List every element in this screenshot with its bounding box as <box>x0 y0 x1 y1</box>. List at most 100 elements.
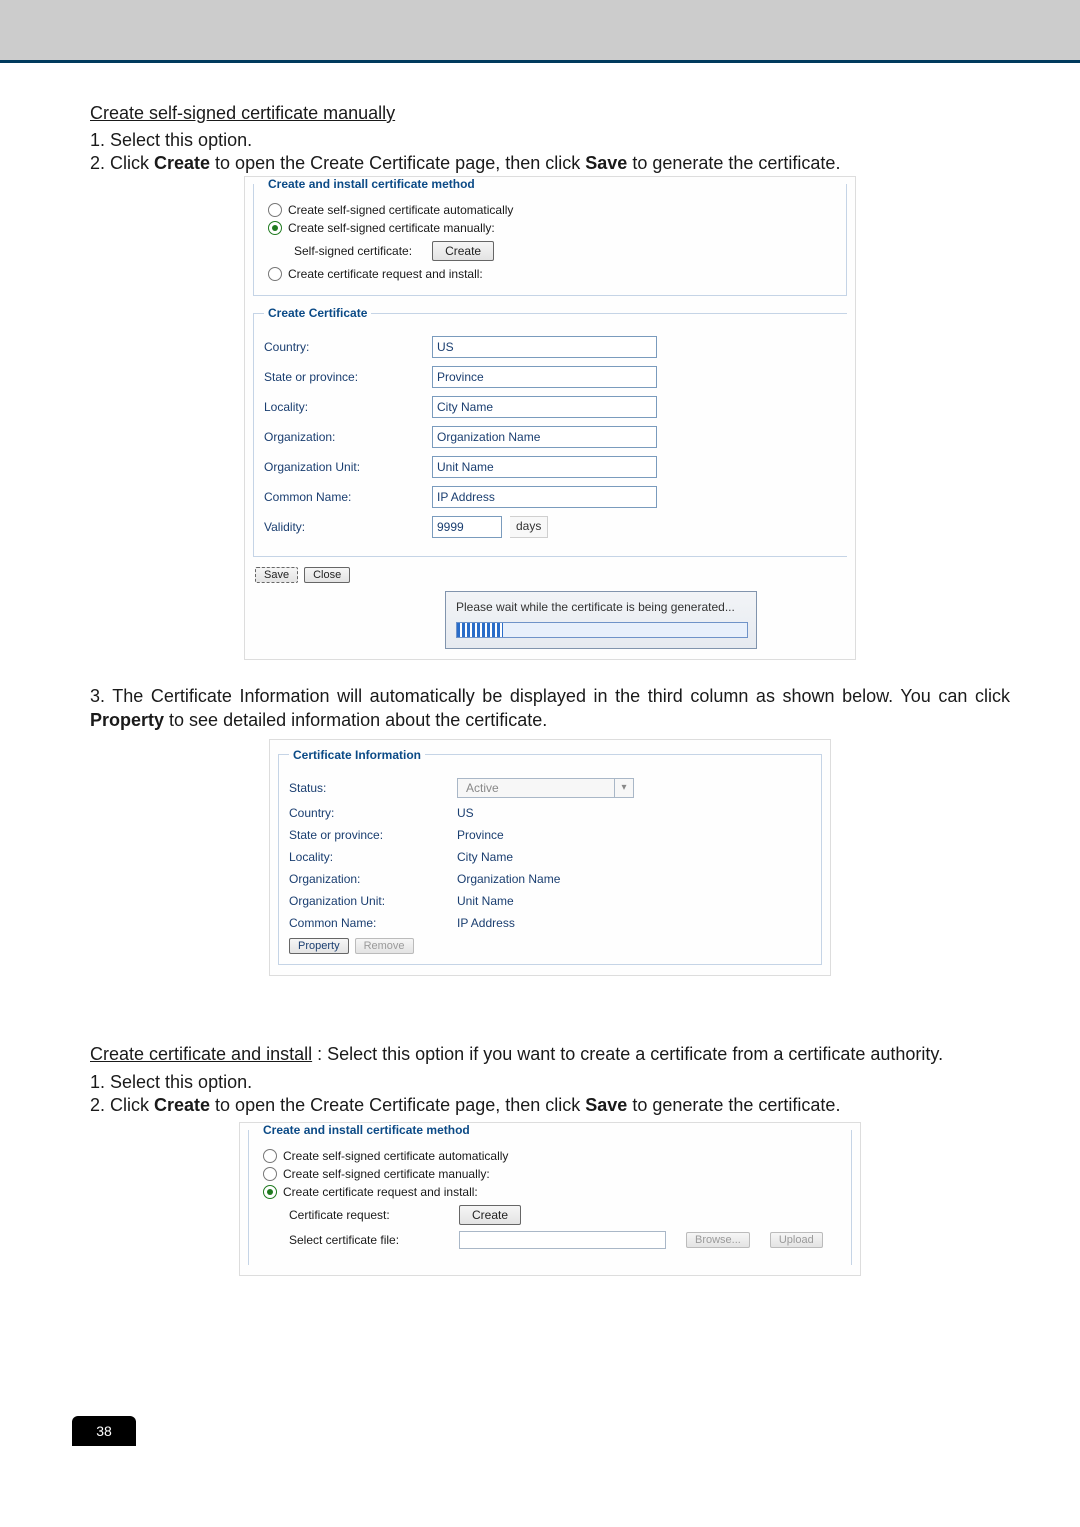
row-state: State or province: <box>264 366 837 388</box>
radio2-manual[interactable] <box>263 1167 277 1181</box>
select-file-label: Select certificate file: <box>289 1233 439 1247</box>
property-button[interactable]: Property <box>289 938 349 954</box>
s2s2-create: Create <box>154 1095 210 1115</box>
step2-create: Create <box>154 153 210 173</box>
info-country-label: Country: <box>289 806 449 820</box>
radio2-request-row[interactable]: Create certificate request and install: <box>263 1185 841 1199</box>
file-path-input[interactable] <box>459 1231 666 1249</box>
locality-label: Locality: <box>264 400 424 414</box>
info-unit-label: Organization Unit: <box>289 894 449 908</box>
save-button[interactable]: Save <box>255 567 298 583</box>
org-unit-input[interactable] <box>432 456 657 478</box>
validity-input[interactable] <box>432 516 502 538</box>
s2s2-post: to generate the certificate. <box>627 1095 840 1115</box>
common-name-input[interactable] <box>432 486 657 508</box>
create-button[interactable]: Create <box>432 241 494 261</box>
radio-manual-row[interactable]: Create self-signed certificate manually: <box>268 221 836 235</box>
row-locality: Locality: <box>264 396 837 418</box>
info-common-label: Common Name: <box>289 916 449 930</box>
browse-button[interactable]: Browse... <box>686 1232 750 1248</box>
info-buttons: Property Remove <box>289 938 811 954</box>
save-close-row: Save Close <box>255 567 855 583</box>
paragraph-3: 3. The Certificate Information will auto… <box>90 684 1010 733</box>
radio-auto-row[interactable]: Create self-signed certificate automatic… <box>268 203 836 217</box>
certificate-request-line: Certificate request: Create <box>289 1205 841 1225</box>
section2-title: Create certificate and install <box>90 1044 312 1064</box>
radio2-auto-row[interactable]: Create self-signed certificate automatic… <box>263 1149 841 1163</box>
radio-auto[interactable] <box>268 203 282 217</box>
legend-method: Create and install certificate method <box>264 177 479 191</box>
common-name-label: Common Name: <box>264 490 424 504</box>
upload-button[interactable]: Upload <box>770 1232 823 1248</box>
legend-create-certificate: Create Certificate <box>264 306 371 320</box>
info-status-row: Status: Active ▾ <box>289 778 811 798</box>
page-header-band <box>0 0 1080 63</box>
page-content: Create self-signed certificate manually … <box>0 103 1080 1486</box>
info-unit-value: Unit Name <box>457 894 514 908</box>
step2-mid: to open the Create Certificate page, the… <box>210 153 585 173</box>
page-number: 38 <box>72 1416 136 1446</box>
radio-request-label: Create certificate request and install: <box>288 267 483 281</box>
status-value: Active <box>458 781 614 795</box>
remove-button[interactable]: Remove <box>355 938 414 954</box>
radio-request[interactable] <box>268 267 282 281</box>
s2s2-save: Save <box>585 1095 627 1115</box>
info-common-value: IP Address <box>457 916 515 930</box>
radio2-auto[interactable] <box>263 1149 277 1163</box>
validity-label: Validity: <box>264 520 424 534</box>
state-input[interactable] <box>432 366 657 388</box>
info-state-value: Province <box>457 828 504 842</box>
self-signed-line: Self-signed certificate: Create <box>294 241 836 261</box>
section-title-manual: Create self-signed certificate manually <box>90 103 1010 124</box>
country-input[interactable] <box>432 336 657 358</box>
para3-property: Property <box>90 710 164 730</box>
row-country: Country: <box>264 336 837 358</box>
info-org-label: Organization: <box>289 872 449 886</box>
organization-label: Organization: <box>264 430 424 444</box>
step2-save: Save <box>585 153 627 173</box>
radio-request-row[interactable]: Create certificate request and install: <box>268 267 836 281</box>
step-2: 2. Click Create to open the Create Certi… <box>90 153 1010 174</box>
section2-intro: Create certificate and install : Select … <box>90 1042 1010 1066</box>
progress-dialog: Please wait while the certificate is bei… <box>445 591 757 649</box>
info-unit-row: Organization Unit: Unit Name <box>289 894 811 908</box>
step2-pre: 2. Click <box>90 153 154 173</box>
self-signed-label: Self-signed certificate: <box>294 244 412 258</box>
info-state-row: State or province: Province <box>289 828 811 842</box>
row-org-unit: Organization Unit: <box>264 456 837 478</box>
sec2-step2: 2. Click Create to open the Create Certi… <box>90 1095 1010 1116</box>
close-button[interactable]: Close <box>304 567 350 583</box>
section2-intro-post: : Select this option if you want to crea… <box>312 1044 943 1064</box>
radio2-manual-row[interactable]: Create self-signed certificate manually: <box>263 1167 841 1181</box>
status-select[interactable]: Active ▾ <box>457 778 634 798</box>
row-organization: Organization: <box>264 426 837 448</box>
progress-bar <box>456 622 748 638</box>
info-locality-row: Locality: City Name <box>289 850 811 864</box>
group-method-2: Create and install certificate method Cr… <box>248 1123 852 1265</box>
s2s2-mid: to open the Create Certificate page, the… <box>210 1095 585 1115</box>
row-common-name: Common Name: <box>264 486 837 508</box>
info-common-row: Common Name: IP Address <box>289 916 811 930</box>
organization-input[interactable] <box>432 426 657 448</box>
radio-manual[interactable] <box>268 221 282 235</box>
sec2-step1: 1. Select this option. <box>90 1072 1010 1093</box>
info-country-row: Country: US <box>289 806 811 820</box>
status-label: Status: <box>289 781 449 795</box>
org-unit-label: Organization Unit: <box>264 460 424 474</box>
radio2-request-label: Create certificate request and install: <box>283 1185 478 1199</box>
s2s2-pre: 2. Click <box>90 1095 154 1115</box>
radio2-request[interactable] <box>263 1185 277 1199</box>
validity-unit: days <box>510 516 548 538</box>
legend-method-2: Create and install certificate method <box>259 1123 474 1137</box>
para3-pre: 3. The Certificate Information will auto… <box>90 686 1010 706</box>
para3-post: to see detailed information about the ce… <box>164 710 547 730</box>
step-1: 1. Select this option. <box>90 130 1010 151</box>
locality-input[interactable] <box>432 396 657 418</box>
create-request-button[interactable]: Create <box>459 1205 521 1225</box>
cert-request-label: Certificate request: <box>289 1208 439 1222</box>
screenshot-create-request: Create and install certificate method Cr… <box>239 1122 861 1276</box>
group-create-certificate: Create Certificate Country: State or pro… <box>253 306 847 557</box>
group-cert-info: Certificate Information Status: Active ▾… <box>278 748 822 965</box>
progress-text: Please wait while the certificate is bei… <box>456 600 746 614</box>
chevron-down-icon: ▾ <box>614 779 633 797</box>
